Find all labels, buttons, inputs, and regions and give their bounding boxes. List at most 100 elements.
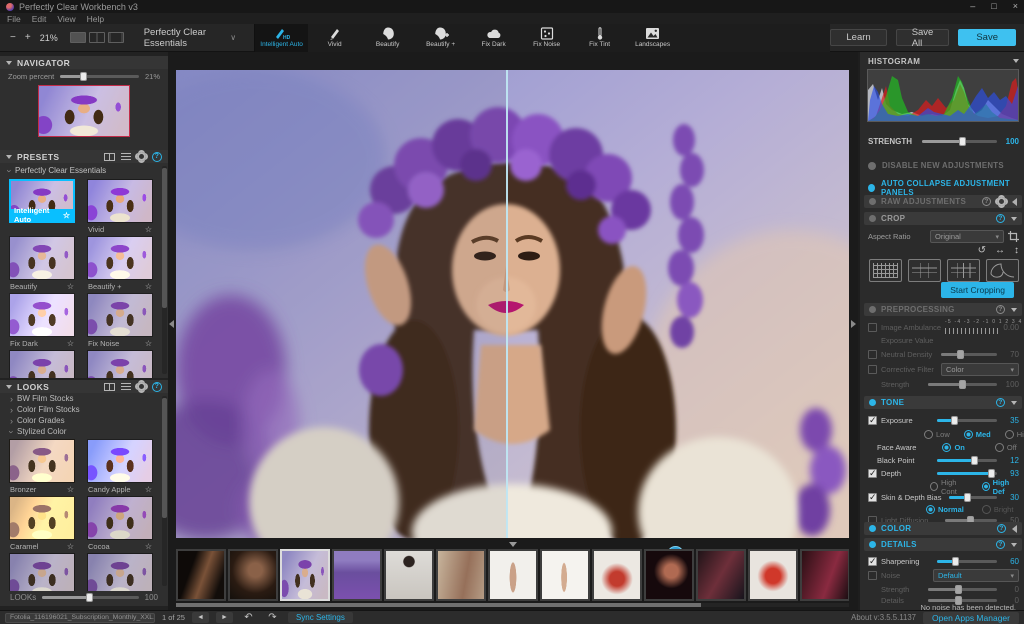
- look-thumbnail[interactable]: [87, 496, 153, 540]
- preset-item[interactable]: [9, 350, 75, 378]
- help-icon[interactable]: [152, 382, 162, 392]
- help-icon[interactable]: [152, 152, 162, 162]
- exposure-slider[interactable]: [937, 419, 997, 422]
- sharpening-checkbox[interactable]: [868, 557, 877, 566]
- filmstrip-thumb[interactable]: [176, 549, 226, 601]
- noise-select[interactable]: Default: [933, 569, 1019, 582]
- toolbar-preset-fix-dark[interactable]: Fix Dark: [467, 24, 520, 52]
- navigator-zoom-slider[interactable]: [60, 75, 139, 78]
- crop-header[interactable]: CROP: [864, 212, 1022, 225]
- ev-ruler[interactable]: -5 -4 -3 -2 -1 0 1 2 3 4 5: [945, 320, 999, 334]
- filename-dropdown[interactable]: Fotolia_116196021_Subscription_Monthly_X…: [5, 613, 155, 623]
- favorite-star-icon[interactable]: [67, 542, 74, 551]
- preset-item[interactable]: Fix Dark: [9, 293, 75, 349]
- noise-checkbox[interactable]: [868, 571, 877, 580]
- toolbar-preset-intelligent-auto[interactable]: HD Intelligent Auto: [255, 24, 308, 52]
- grid-view-icon[interactable]: [104, 383, 115, 391]
- filmstrip-thumb[interactable]: [696, 549, 746, 601]
- slider-knob[interactable]: [80, 72, 87, 81]
- gear-icon[interactable]: [137, 382, 146, 391]
- collapse-left-icon[interactable]: [1012, 525, 1017, 533]
- sync-settings-button[interactable]: Sync Settings: [288, 612, 353, 623]
- exposure-mode-med[interactable]: Med: [964, 430, 991, 439]
- look-item[interactable]: Candy Apple: [87, 439, 153, 495]
- exposure-mode-low[interactable]: Low: [924, 430, 950, 439]
- preset-item[interactable]: Intelligent Auto: [9, 179, 75, 235]
- menu-view[interactable]: View: [57, 14, 75, 24]
- preset-thumbnail[interactable]: [9, 350, 75, 378]
- sharpening-slider[interactable]: [937, 560, 997, 563]
- slider-knob[interactable]: [955, 585, 962, 594]
- navigator-thumbnail[interactable]: [38, 85, 130, 137]
- filmstrip-thumb[interactable]: [800, 549, 849, 601]
- noise-details-slider[interactable]: [928, 599, 997, 602]
- exposure-checkbox[interactable]: [868, 416, 877, 425]
- neutral-density-slider[interactable]: [941, 353, 997, 356]
- favorite-star-icon[interactable]: [145, 542, 152, 551]
- favorite-star-icon[interactable]: [145, 339, 152, 348]
- slider-knob[interactable]: [959, 380, 966, 389]
- collapse-triangle-icon[interactable]: [1011, 401, 1017, 405]
- details-header[interactable]: DETAILS: [864, 538, 1022, 551]
- face-aware-on[interactable]: On: [942, 443, 964, 452]
- preset-thumbnail[interactable]: [9, 236, 75, 280]
- corrective-filter-select[interactable]: Color: [941, 363, 1019, 376]
- about-version[interactable]: About v:3.5.5.1137: [851, 613, 916, 622]
- preset-thumbnail[interactable]: [87, 236, 153, 280]
- filmstrip-thumb[interactable]: [228, 549, 278, 601]
- gear-icon[interactable]: [997, 197, 1006, 206]
- filmstrip-thumb[interactable]: [436, 549, 486, 601]
- help-icon[interactable]: [982, 197, 991, 206]
- tone-header[interactable]: TONE: [864, 396, 1022, 409]
- preset-group-dropdown[interactable]: Perfectly Clear Essentials ∨: [140, 30, 240, 46]
- filmstrip-thumb[interactable]: [748, 549, 798, 601]
- looks-tree-item[interactable]: Color Grades: [0, 415, 168, 426]
- collapse-right-panel-arrow[interactable]: [851, 320, 856, 328]
- disable-new-adjustments-toggle[interactable]: DISABLE NEW ADJUSTMENTS: [868, 161, 1004, 170]
- preprocessing-strength-slider[interactable]: [928, 383, 997, 386]
- crop-grid-thirds-button[interactable]: [908, 259, 941, 282]
- slider-knob[interactable]: [957, 350, 964, 359]
- preset-item[interactable]: [87, 350, 153, 378]
- zoom-in-button[interactable]: +: [25, 32, 31, 43]
- slider-knob[interactable]: [959, 137, 966, 146]
- presets-header[interactable]: PRESETS: [0, 150, 168, 163]
- filmstrip-thumb-selected[interactable]: [280, 549, 330, 601]
- preset-group-row[interactable]: Perfectly Clear Essentials: [0, 163, 168, 177]
- favorite-star-icon[interactable]: [67, 339, 74, 348]
- favorite-star-icon[interactable]: [63, 211, 70, 220]
- zoom-out-button[interactable]: −: [10, 32, 16, 43]
- list-view-icon[interactable]: [121, 153, 131, 160]
- raw-adjustments-header[interactable]: RAW ADJUSTMENTS: [864, 195, 1022, 208]
- preset-item[interactable]: Vivid: [87, 179, 153, 235]
- view-side-by-side-button[interactable]: [108, 32, 124, 43]
- list-view-icon[interactable]: [121, 383, 131, 390]
- preset-thumbnail[interactable]: [87, 350, 153, 378]
- undo-button[interactable]: [240, 612, 257, 623]
- filmstrip-thumb[interactable]: [384, 549, 434, 601]
- help-icon[interactable]: [996, 540, 1005, 549]
- filmstrip-thumb[interactable]: [540, 549, 590, 601]
- help-icon[interactable]: [997, 524, 1006, 533]
- look-thumbnail[interactable]: [9, 439, 75, 483]
- rotate-icon[interactable]: [978, 246, 986, 256]
- preset-thumbnail[interactable]: [87, 179, 153, 223]
- look-item[interactable]: Bronzer: [9, 439, 75, 495]
- bias-mode-normal[interactable]: Normal: [926, 505, 964, 514]
- depth-checkbox[interactable]: [868, 469, 877, 478]
- preprocessing-header[interactable]: PREPROCESSING: [864, 303, 1022, 316]
- preset-thumbnail[interactable]: Intelligent Auto: [9, 179, 75, 223]
- help-icon[interactable]: [996, 398, 1005, 407]
- slider-knob[interactable]: [952, 557, 959, 566]
- favorite-star-icon[interactable]: [145, 225, 152, 234]
- favorite-star-icon[interactable]: [145, 282, 152, 291]
- slider-knob[interactable]: [971, 456, 978, 465]
- collapse-triangle-icon[interactable]: [1011, 217, 1017, 221]
- face-aware-off[interactable]: Off: [995, 443, 1017, 452]
- view-single-button[interactable]: [70, 32, 86, 43]
- favorite-star-icon[interactable]: [145, 485, 152, 494]
- crop-grid-fine-button[interactable]: [869, 259, 902, 282]
- black-point-slider[interactable]: [937, 459, 997, 462]
- depth-slider[interactable]: [937, 472, 997, 475]
- filmstrip-thumb[interactable]: [644, 549, 694, 601]
